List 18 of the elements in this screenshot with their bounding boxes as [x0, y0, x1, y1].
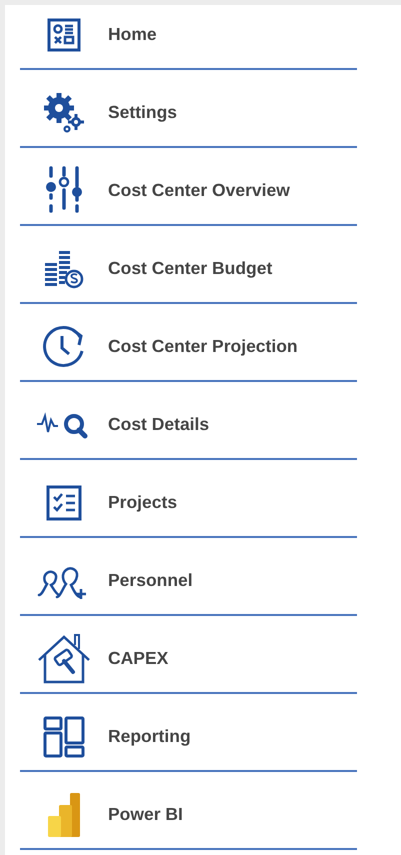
checklist-icon	[45, 484, 83, 522]
nav-link[interactable]: Cost Details	[108, 411, 210, 438]
grid-form-icon	[47, 18, 81, 52]
nav-link[interactable]: Personnel	[108, 567, 193, 594]
nav-link[interactable]: Settings	[108, 99, 178, 126]
house-hammer-icon	[36, 634, 92, 684]
nav-link[interactable]: Reporting	[108, 723, 191, 750]
nav-link[interactable]: Cost Center Projection	[108, 333, 298, 360]
layout-icon	[42, 714, 86, 758]
nav-link[interactable]: Home	[108, 21, 157, 48]
nav-link[interactable]: Cost Center Overview	[108, 177, 290, 204]
bar-chart-icon	[46, 792, 82, 838]
gears-icon	[43, 92, 85, 134]
nav-link[interactable]: Power BI	[108, 801, 183, 828]
nav-link[interactable]: Cost Center Budget	[108, 255, 272, 282]
nav-link[interactable]: Projects	[108, 489, 178, 516]
coins-icon	[44, 248, 84, 288]
nav-link[interactable]: CAPEX	[108, 645, 168, 672]
